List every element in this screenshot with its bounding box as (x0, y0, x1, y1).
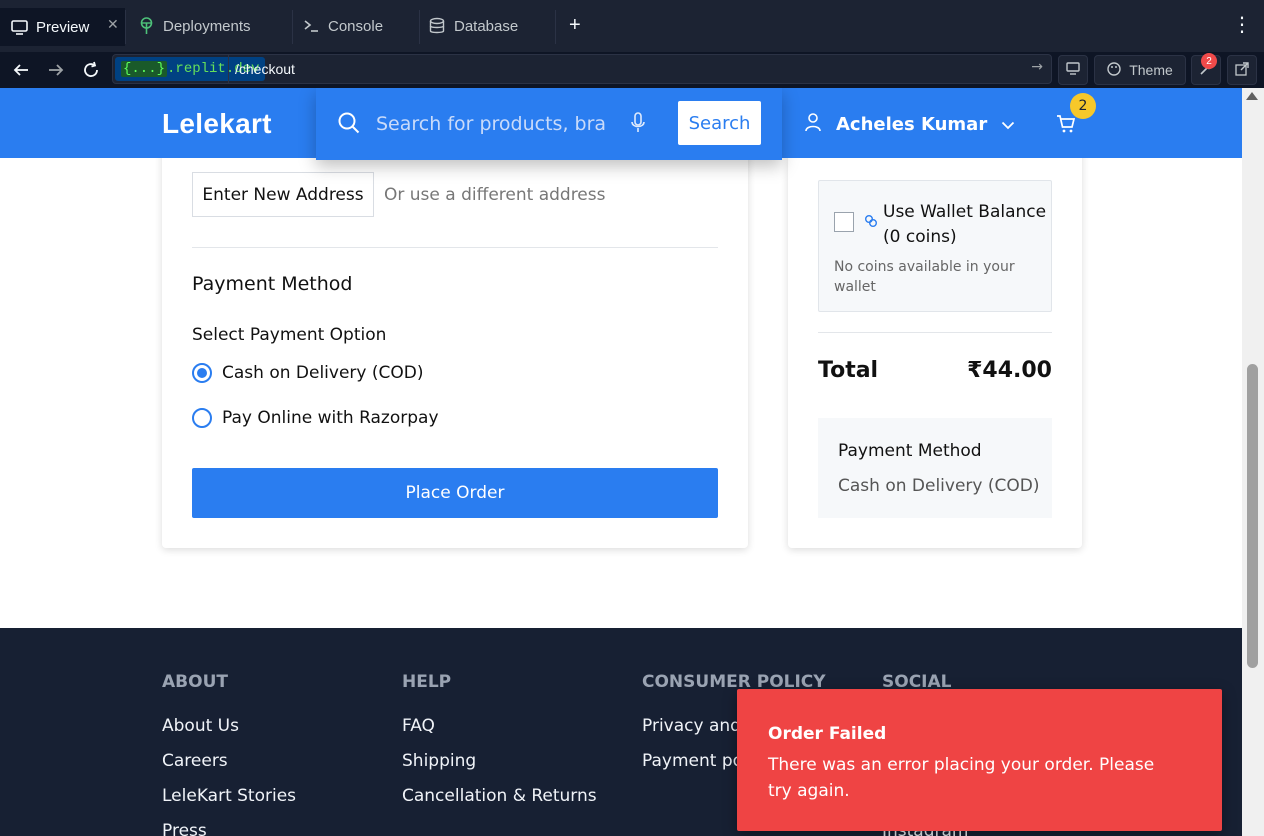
palette-icon (1107, 61, 1121, 79)
tab-label: Preview (36, 18, 90, 36)
tab-deployments[interactable]: Deployments (137, 6, 251, 46)
monitor-icon (10, 18, 28, 36)
notification-badge: 2 (1201, 53, 1217, 69)
divider (192, 247, 718, 248)
tab-divider (292, 10, 293, 44)
footer-heading-about: ABOUT (162, 672, 228, 692)
payment-option-label: Cash on Delivery (COD) (222, 363, 424, 383)
alt-address-text: Or use a different address (384, 185, 606, 205)
footer-link-faq[interactable]: FAQ (402, 716, 435, 736)
footer-link-returns[interactable]: Cancellation & Returns (402, 786, 597, 806)
terminal-icon (302, 17, 320, 35)
tab-label: Console (328, 17, 384, 35)
divider (818, 332, 1052, 333)
tab-divider (125, 10, 126, 44)
payment-option-cod[interactable]: Cash on Delivery (COD) (192, 363, 423, 383)
reload-icon[interactable] (78, 57, 104, 83)
deploy-icon (137, 17, 155, 35)
radio-button-checked[interactable] (192, 363, 212, 383)
wallet-note: No coins available in your wallet (834, 259, 1015, 295)
url-path[interactable]: /checkout (235, 55, 295, 83)
more-options-icon[interactable]: ⋮ (1232, 12, 1252, 36)
user-menu[interactable]: Acheles Kumar (804, 112, 1015, 137)
microphone-icon[interactable] (630, 112, 646, 138)
footer-link-press[interactable]: Press (162, 821, 207, 836)
search-button[interactable]: Search (678, 101, 761, 145)
selected-payment-value: Cash on Delivery (COD) (838, 476, 1040, 496)
tools-button[interactable]: 2 (1191, 53, 1221, 85)
scroll-thumb[interactable] (1247, 364, 1258, 668)
new-tab-icon[interactable]: + (569, 14, 581, 37)
go-arrow-icon[interactable]: → (1031, 59, 1043, 75)
forward-icon[interactable] (43, 57, 69, 83)
selected-payment-box: Payment Method Cash on Delivery (COD) (818, 418, 1052, 518)
url-divider (228, 55, 229, 83)
footer-link-shipping[interactable]: Shipping (402, 751, 476, 771)
total-label: Total (818, 358, 879, 383)
user-icon (804, 112, 822, 137)
payment-option-label: Pay Online with Razorpay (222, 408, 439, 428)
toast-message: There was an error placing your order. P… (768, 755, 1155, 801)
theme-button[interactable]: Theme (1094, 55, 1186, 85)
user-name: Acheles Kumar (836, 114, 988, 135)
cart-count-badge: 2 (1070, 93, 1096, 119)
url-field[interactable]: {...} .replit.dev /checkout → (112, 54, 1052, 84)
tab-label: Database (454, 17, 519, 35)
search-bar: Search (316, 88, 782, 160)
open-new-window-button[interactable] (1227, 55, 1257, 85)
page-scrollbar[interactable] (1242, 88, 1264, 836)
payment-option-razorpay[interactable]: Pay Online with Razorpay (192, 408, 439, 428)
monitor-icon (1066, 62, 1080, 78)
tab-divider (419, 10, 420, 44)
error-toast[interactable]: Order Failed There was an error placing … (737, 689, 1222, 831)
place-order-button[interactable]: Place Order (192, 468, 718, 518)
external-link-icon (1235, 61, 1249, 79)
cart-icon[interactable] (1056, 114, 1076, 138)
theme-label: Theme (1129, 62, 1173, 78)
footer-link-about-us[interactable]: About Us (162, 716, 239, 736)
tab-label: Deployments (163, 17, 251, 35)
select-payment-option-label: Select Payment Option (192, 325, 387, 345)
enter-new-address-button[interactable]: Enter New Address (192, 172, 374, 217)
back-icon[interactable] (8, 57, 34, 83)
footer-link-stories[interactable]: LeleKart Stories (162, 786, 296, 806)
chevron-down-icon (1001, 114, 1015, 135)
search-icon (338, 112, 360, 138)
tab-database[interactable]: Database (428, 6, 518, 46)
wallet-checkbox[interactable] (834, 212, 854, 232)
checkout-card: Enter New Address Or use a different add… (162, 128, 748, 548)
payment-method-title: Payment Method (192, 273, 353, 295)
wallet-title: Use Wallet Balance (0 coins) (883, 202, 1047, 247)
search-input[interactable] (376, 110, 606, 138)
radio-button[interactable] (192, 408, 212, 428)
coins-icon (864, 213, 878, 232)
url-domain-prefix: {...} (121, 61, 168, 77)
selected-payment-title: Payment Method (838, 441, 982, 461)
site-logo[interactable]: Lelekart (162, 108, 272, 140)
tab-divider (555, 10, 556, 44)
footer-link-careers[interactable]: Careers (162, 751, 228, 771)
close-tab-icon[interactable]: ✕ (107, 17, 119, 33)
database-icon (428, 17, 446, 35)
toast-title: Order Failed (768, 724, 887, 744)
order-summary-card: Use Wallet Balance (0 coins) No coins av… (788, 128, 1082, 548)
preview-url-bar: {...} .replit.dev /checkout → Theme 2 (0, 52, 1264, 88)
total-value: ₹44.00 (967, 358, 1052, 383)
workspace-tab-bar: Preview ✕ Deployments Console Database +… (0, 0, 1264, 52)
wallet-balance-box: Use Wallet Balance (0 coins) No coins av… (818, 180, 1052, 312)
footer-heading-help: HELP (402, 672, 452, 692)
devtools-button[interactable] (1058, 55, 1088, 85)
scroll-up-arrow-icon[interactable] (1246, 92, 1258, 100)
tab-console[interactable]: Console (302, 6, 383, 46)
